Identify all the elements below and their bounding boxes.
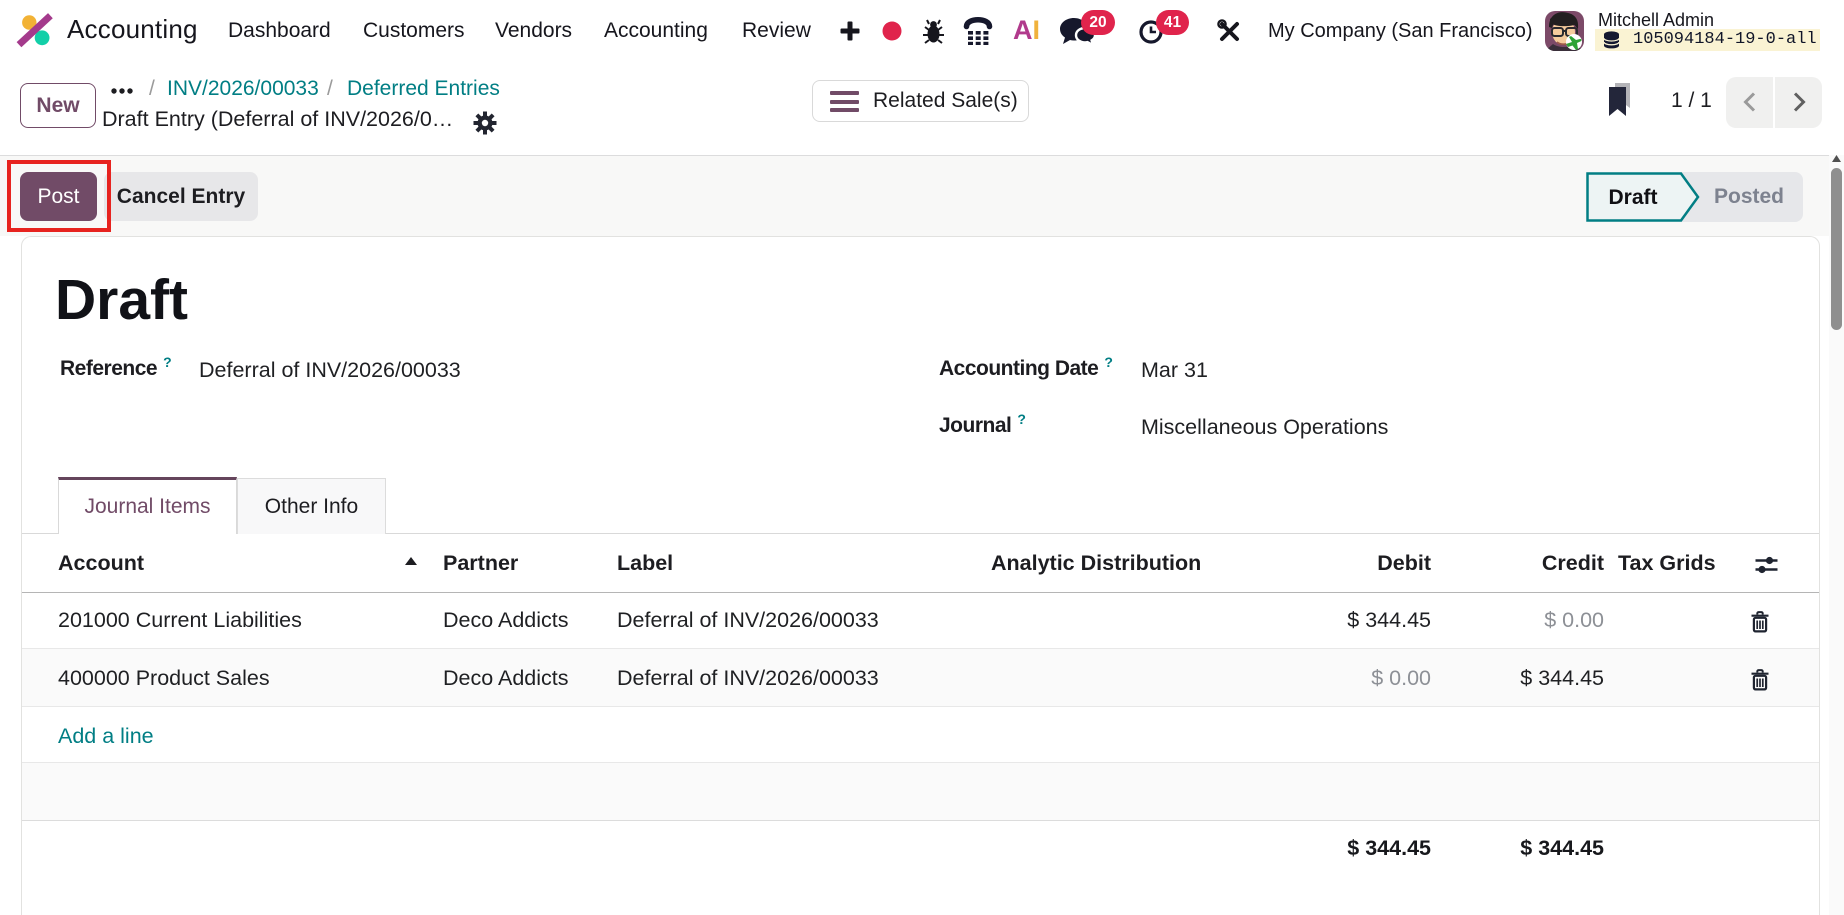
svg-text:Draft: Draft [1608,186,1657,209]
